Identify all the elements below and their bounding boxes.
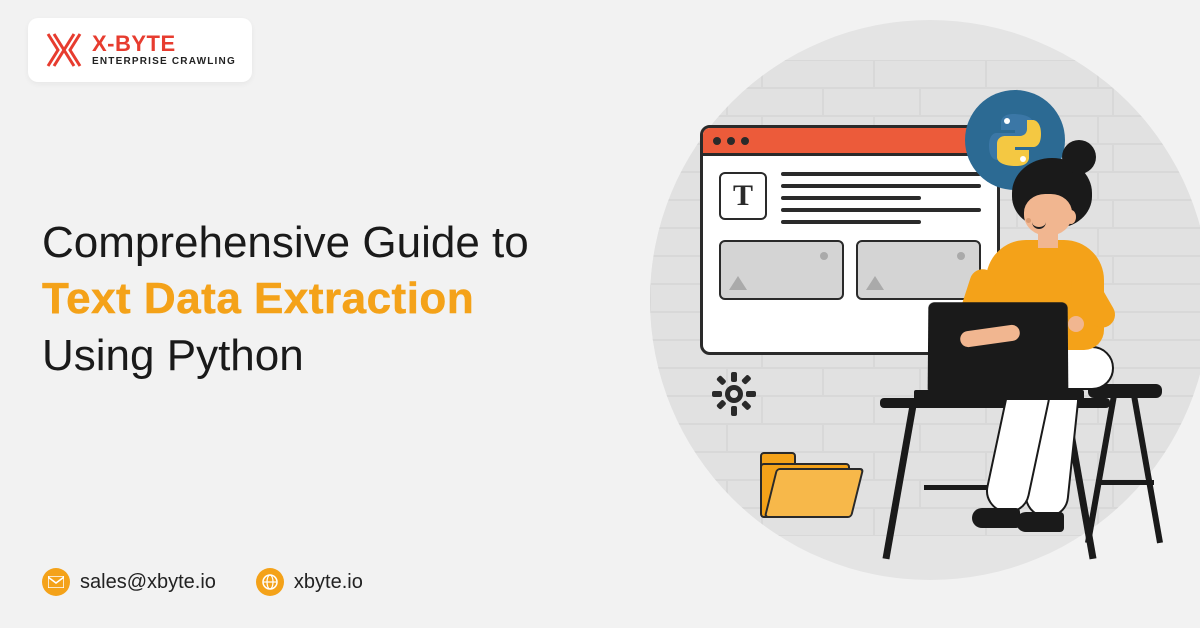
- headline-line-1: Comprehensive Guide to: [42, 215, 529, 271]
- folder-icon: [760, 450, 850, 518]
- logo-mark-icon: [44, 30, 84, 70]
- globe-icon: [256, 568, 284, 596]
- hero-illustration: T: [610, 10, 1170, 570]
- headline-line-3: Using Python: [42, 328, 529, 384]
- contact-email-text: sales@xbyte.io: [80, 571, 216, 594]
- mail-icon: [42, 568, 70, 596]
- person-illustration: [900, 140, 1160, 560]
- headline-highlight: Text Data Extraction: [42, 271, 529, 327]
- laptop-icon: [928, 302, 1069, 394]
- text-icon: T: [719, 172, 767, 220]
- image-placeholder-icon: [719, 240, 844, 300]
- logo-text: X-BYTE ENTERPRISE CRAWLING: [92, 33, 236, 67]
- logo-tagline: ENTERPRISE CRAWLING: [92, 57, 236, 67]
- contact-email: sales@xbyte.io: [42, 568, 216, 596]
- brand-logo-card: X-BYTE ENTERPRISE CRAWLING: [28, 18, 252, 82]
- contact-website: xbyte.io: [256, 568, 363, 596]
- logo-brand: X-BYTE: [92, 33, 236, 55]
- gear-icon: [710, 370, 758, 418]
- headline-block: Comprehensive Guide to Text Data Extract…: [42, 215, 529, 384]
- contact-row: sales@xbyte.io xbyte.io: [42, 568, 363, 596]
- contact-website-text: xbyte.io: [294, 571, 363, 594]
